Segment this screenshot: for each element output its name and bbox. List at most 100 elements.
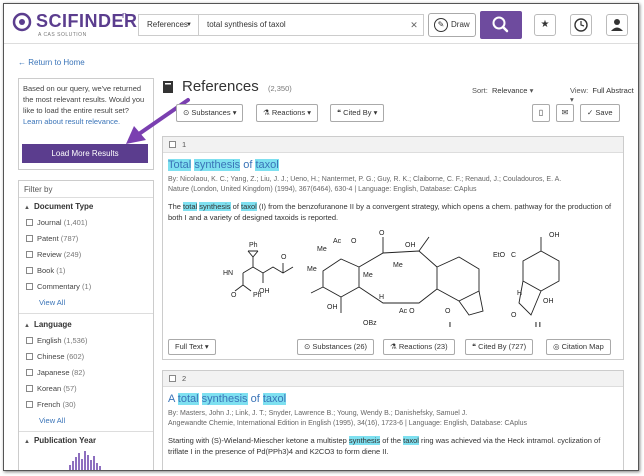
histogram-bar bbox=[78, 453, 80, 470]
checkbox[interactable] bbox=[26, 267, 33, 274]
reactions-button[interactable]: ⚗ Reactions ▾ bbox=[256, 104, 319, 122]
filter-option-label: Chinese bbox=[37, 352, 65, 361]
abstract-highlight: synthesis bbox=[348, 436, 381, 445]
structure-label: O bbox=[231, 292, 237, 299]
user-account-icon[interactable] bbox=[606, 14, 628, 36]
filter-option-label: Patent bbox=[37, 234, 59, 243]
view-all-document-types-link[interactable]: View All bbox=[39, 298, 65, 307]
title-highlight: taxol bbox=[262, 393, 287, 405]
structure-label: OH bbox=[543, 298, 554, 305]
language-toggle[interactable]: ▲ Language bbox=[24, 320, 72, 329]
filter-option-label: Commentary bbox=[37, 282, 80, 291]
structure-label: EtO bbox=[493, 252, 506, 259]
result-abstract: Starting with (S)-Wieland-Miescher keton… bbox=[168, 435, 620, 457]
filter-option-label: English bbox=[37, 336, 62, 345]
checkbox[interactable] bbox=[26, 219, 33, 226]
structure-label: OH bbox=[405, 242, 416, 249]
filter-option-korean[interactable]: Korean (57) bbox=[26, 384, 77, 393]
checkbox[interactable] bbox=[26, 369, 33, 376]
favorites-star-icon[interactable]: ★ bbox=[534, 14, 556, 36]
logo-subtitle: A CAS SOLUTION bbox=[38, 32, 87, 38]
abstract-highlight: total bbox=[183, 202, 198, 211]
return-home-label: Return to Home bbox=[28, 58, 85, 67]
abstract-text: of bbox=[230, 202, 241, 211]
history-clock-icon[interactable] bbox=[570, 14, 592, 36]
structure-label: OH bbox=[549, 232, 560, 239]
title-text: of bbox=[247, 393, 263, 405]
sort-label: Sort: bbox=[472, 86, 488, 95]
draw-button[interactable]: ✎ Draw bbox=[428, 13, 476, 37]
chemical-structure-image[interactable]: Ph HN OH Ph O O Me Ac O Me Me O OH Me OH… bbox=[223, 227, 563, 331]
result-header: 1 bbox=[163, 137, 623, 153]
checkbox[interactable] bbox=[26, 283, 33, 290]
filter-option-french[interactable]: French (30) bbox=[26, 400, 76, 409]
filter-option-book[interactable]: Book (1) bbox=[26, 266, 65, 275]
result-authors: By: Masters, John J.; Link, J. T.; Snyde… bbox=[168, 410, 468, 417]
structure-label: Ac bbox=[333, 238, 342, 245]
select-result-checkbox[interactable] bbox=[169, 141, 176, 148]
title-highlight: synthesis bbox=[201, 393, 248, 405]
structure-label: I I bbox=[535, 322, 541, 329]
clear-search-icon[interactable]: ✕ bbox=[407, 14, 421, 36]
result-title-link[interactable]: Total synthesis of taxol bbox=[168, 159, 279, 171]
result-substances-button[interactable]: ⊙ Substances (26) bbox=[297, 339, 375, 355]
checkbox[interactable] bbox=[26, 251, 33, 258]
return-home-link[interactable]: ← Return to Home bbox=[18, 58, 85, 67]
filter-option-label: Journal bbox=[37, 218, 62, 227]
checkbox[interactable] bbox=[26, 353, 33, 360]
full-text-button[interactable]: Full Text ▾ bbox=[168, 339, 216, 355]
structure-label: Ph bbox=[253, 292, 262, 299]
abstract-highlight: synthesis bbox=[199, 202, 231, 211]
chevron-down-icon: ▾ bbox=[307, 108, 312, 117]
sort-dropdown[interactable]: Sort: Relevance ▾ bbox=[472, 86, 533, 95]
filter-option-count: (30) bbox=[62, 400, 76, 409]
result-reactions-button[interactable]: ⚗ Reactions (23) bbox=[383, 339, 455, 355]
divider bbox=[19, 431, 153, 432]
citation-map-button[interactable]: ◎ Citation Map bbox=[546, 339, 611, 355]
substances-button[interactable]: ⊙ Substances ▾ bbox=[176, 104, 244, 122]
pencil-icon: ✎ bbox=[434, 18, 448, 32]
checkbox[interactable] bbox=[26, 401, 33, 408]
view-all-languages-link[interactable]: View All bbox=[39, 416, 65, 425]
filter-option-english[interactable]: English (1,536) bbox=[26, 336, 87, 345]
export-document-icon[interactable]: ▯ bbox=[532, 104, 550, 122]
filter-option-label: Review bbox=[37, 250, 62, 259]
result-source: Nature (London, United Kingdom) (1994), … bbox=[168, 186, 477, 193]
publication-year-histogram[interactable] bbox=[69, 449, 109, 470]
select-result-checkbox[interactable] bbox=[169, 375, 176, 382]
result-index: 1 bbox=[182, 140, 187, 149]
save-button[interactable]: ✓ Save bbox=[580, 104, 620, 122]
scifinder-logo[interactable]: SCIFINDER n A CAS SOLUTION bbox=[12, 10, 137, 38]
result-card: 2 A total synthesis of taxol By: Masters… bbox=[162, 370, 624, 470]
checkbox[interactable] bbox=[26, 337, 33, 344]
checkbox[interactable] bbox=[26, 235, 33, 242]
filter-option-patent[interactable]: Patent (787) bbox=[26, 234, 78, 243]
title-highlight: taxol bbox=[255, 159, 279, 171]
abstract-highlight: taxol bbox=[403, 436, 419, 445]
abstract-text: Starting with (S)-Wieland-Miescher keton… bbox=[168, 436, 349, 445]
filter-option-review[interactable]: Review (249) bbox=[26, 250, 81, 259]
checkbox[interactable] bbox=[26, 385, 33, 392]
filter-option-commentary[interactable]: Commentary (1) bbox=[26, 282, 91, 291]
chevron-up-icon: ▲ bbox=[24, 205, 30, 211]
histogram-bar bbox=[93, 456, 95, 470]
result-title-link[interactable]: A total synthesis of taxol bbox=[168, 393, 287, 405]
person-icon bbox=[611, 19, 623, 31]
flask-icon: ⚗ bbox=[263, 108, 270, 117]
view-dropdown[interactable]: View: Full Abstract ▾ bbox=[570, 86, 638, 104]
cited-by-button[interactable]: ❝ Cited By ▾ bbox=[330, 104, 385, 122]
quote-icon: ❝ bbox=[472, 342, 477, 351]
email-envelope-icon[interactable]: ✉ bbox=[556, 104, 574, 122]
result-cited-by-button[interactable]: ❝ Cited By (727) bbox=[465, 339, 534, 355]
filter-option-japanese[interactable]: Japanese (82) bbox=[26, 368, 85, 377]
search-type-dropdown[interactable]: References ▼ bbox=[138, 14, 198, 36]
view-value: Full Abstract bbox=[592, 86, 634, 95]
filter-option-journal[interactable]: Journal (1,401) bbox=[26, 218, 87, 227]
search-button[interactable] bbox=[480, 11, 522, 39]
filter-option-count: (82) bbox=[71, 368, 85, 377]
search-input[interactable]: total synthesis of taxol bbox=[198, 14, 424, 36]
publication-year-toggle[interactable]: ▲ Publication Year bbox=[24, 436, 96, 445]
document-type-toggle[interactable]: ▲ Document Type bbox=[24, 202, 93, 211]
chevron-down-icon: ▾ bbox=[232, 108, 237, 117]
filter-option-chinese[interactable]: Chinese (602) bbox=[26, 352, 84, 361]
